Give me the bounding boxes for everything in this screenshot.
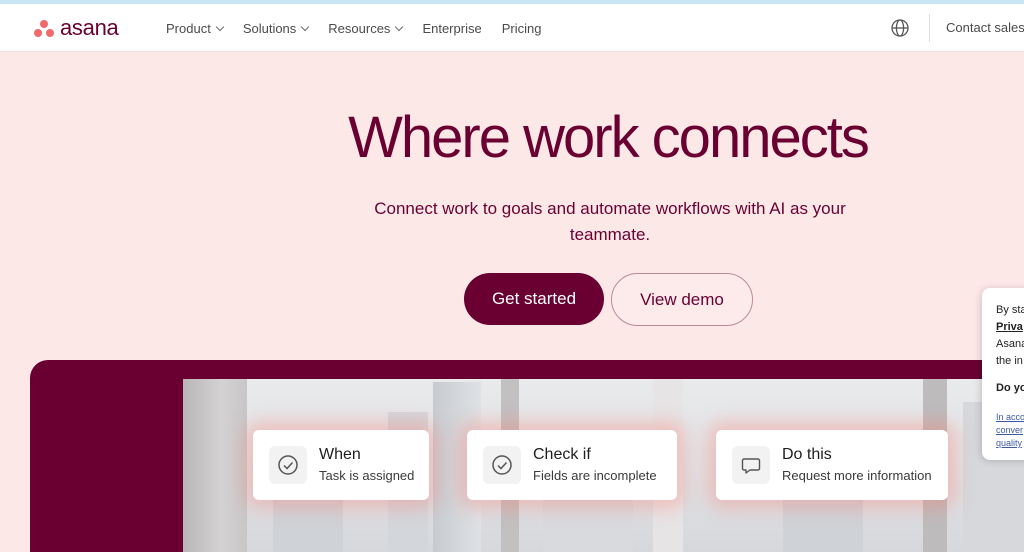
card-description: Task is assigned — [319, 468, 415, 483]
workflow-card-check-if[interactable]: Check if Fields are incomplete — [467, 430, 677, 500]
nav-enterprise[interactable]: Enterprise — [422, 21, 481, 36]
card-description: Request more information — [782, 468, 932, 483]
nav-product[interactable]: Product — [166, 20, 225, 36]
cookie-fine-print-link[interactable]: quality — [996, 437, 1024, 450]
chevron-down-icon — [215, 22, 225, 31]
get-started-button[interactable]: Get started — [464, 273, 604, 325]
nav-product-label: Product — [166, 20, 211, 36]
asana-logo[interactable]: asana — [34, 15, 119, 40]
cookie-fine-print-link[interactable]: conver — [996, 424, 1024, 437]
globe-icon[interactable] — [890, 18, 910, 38]
card-title: Check if — [533, 446, 591, 463]
nav-pricing-label: Pricing — [501, 20, 542, 36]
card-description: Fields are incomplete — [533, 468, 657, 483]
check-circle-icon — [483, 446, 521, 484]
nav-resources-label: Resources — [328, 20, 391, 36]
card-title: When — [319, 446, 361, 463]
view-demo-button[interactable]: View demo — [611, 273, 753, 326]
main-nav: Product Solutions Resources Enterprise P… — [166, 4, 541, 52]
nav-divider — [929, 14, 930, 42]
nav-pricing[interactable]: Pricing — [502, 21, 542, 36]
chevron-down-icon — [301, 22, 310, 31]
brand-name: asana — [60, 15, 119, 40]
cookie-text-line: By sta — [996, 304, 1024, 316]
cookie-question: Do yo — [996, 382, 1024, 394]
asana-logo-icon — [34, 19, 54, 37]
hero-subtitle: Connect work to goals and automate workf… — [374, 199, 846, 244]
nav-resources[interactable]: Resources — [328, 20, 404, 36]
top-nav: asana Product Solutions Resources Enterp… — [0, 4, 1024, 52]
check-circle-icon — [269, 446, 307, 484]
contact-sales-link[interactable]: Contact sales — [946, 20, 1024, 35]
nav-enterprise-label: Enterprise — [422, 20, 482, 36]
nav-solutions-label: Solutions — [242, 20, 297, 36]
cookie-text-line: Asana — [996, 338, 1024, 350]
cookie-consent-banner[interactable]: By sta Priva Asana the in Do yo In acco … — [982, 288, 1024, 460]
hero-title: Where work connects — [348, 105, 870, 170]
chevron-down-icon — [395, 22, 404, 31]
cookie-fine-print-link[interactable]: In acco — [996, 411, 1024, 424]
workflow-card-do-this[interactable]: Do this Request more information — [716, 430, 948, 500]
nav-solutions[interactable]: Solutions — [242, 20, 310, 36]
privacy-link[interactable]: Priva — [996, 319, 1024, 336]
card-title: Do this — [782, 446, 832, 463]
speech-bubble-icon — [732, 446, 770, 484]
cookie-text-line: the in — [996, 355, 1023, 367]
workflow-card-when[interactable]: When Task is assigned — [253, 430, 429, 500]
